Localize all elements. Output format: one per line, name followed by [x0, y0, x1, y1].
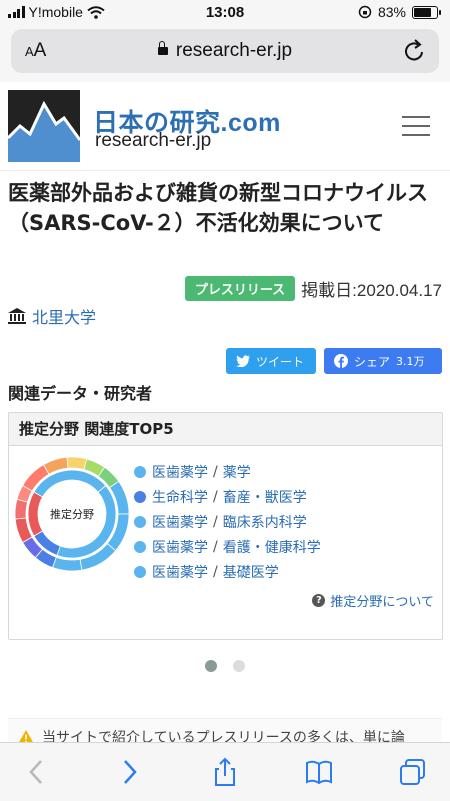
site-logo[interactable] — [8, 90, 80, 162]
about-field-link[interactable]: ? 推定分野について — [312, 591, 434, 610]
field-color-dot — [134, 540, 146, 553]
field-item[interactable]: 医歯薬学 / 看護・健康科学 — [134, 534, 321, 559]
field-sub[interactable]: 薬学 — [223, 462, 251, 482]
field-color-dot — [134, 565, 146, 578]
field-main[interactable]: 生命科学 — [152, 487, 208, 507]
hamburger-menu-icon[interactable] — [402, 116, 430, 136]
field-main[interactable]: 医歯薬学 — [152, 562, 208, 582]
donut-segment[interactable] — [14, 498, 29, 520]
field-estimation-card: 推定分野 関連度TOP5 推定分野 医歯薬学 / 薬学 生命科学 / 畜産・獣医学 医歯薬学… — [8, 412, 443, 640]
share-sheet-icon[interactable] — [210, 757, 240, 787]
carousel-pager — [0, 660, 450, 672]
donut-center-label: 推定分野 — [50, 507, 94, 521]
battery-percent: 83% — [377, 4, 406, 20]
article-title: 医薬部外品および雑貨の新型コロナウイルス （SARS-CoV-２）不活化効果につ… — [8, 181, 428, 235]
facebook-icon — [334, 354, 348, 368]
pager-dot[interactable] — [233, 660, 245, 672]
tabs-icon[interactable] — [398, 757, 428, 787]
tweet-button[interactable]: ツイート — [226, 348, 316, 374]
field-main[interactable]: 医歯薬学 — [152, 537, 208, 557]
url-text: research-er.jp — [175, 40, 293, 61]
help-icon: ? — [312, 594, 326, 607]
field-color-dot — [134, 515, 146, 528]
institution-name: 北里大学 — [32, 308, 97, 327]
mountain-logo-icon — [8, 90, 80, 162]
field-color-dot — [134, 465, 146, 478]
site-header: 日本の研究.com research-er.jp — [0, 82, 450, 171]
bookmarks-icon[interactable] — [304, 757, 334, 787]
status-bar: Y!mobile 13:08 83% — [0, 0, 450, 26]
battery-icon — [412, 5, 441, 19]
about-field-label: 推定分野について — [330, 595, 434, 610]
field-sub[interactable]: 基礎医学 — [223, 562, 279, 582]
share-count: 3.1万 — [396, 355, 425, 368]
back-icon[interactable] — [22, 757, 52, 787]
donut-segment[interactable] — [51, 556, 83, 572]
field-item[interactable]: 医歯薬学 / 臨床系内科学 — [134, 509, 321, 534]
field-separator: / — [213, 463, 218, 480]
donut-segment[interactable] — [66, 456, 88, 471]
field-separator: / — [213, 513, 218, 530]
field-main[interactable]: 医歯薬学 — [152, 462, 208, 482]
field-sub[interactable]: 看護・健康科学 — [223, 537, 321, 557]
field-donut-chart[interactable]: 推定分野 — [13, 455, 131, 573]
site-subtitle: research-er.jp — [95, 130, 212, 151]
field-color-dot — [134, 490, 146, 503]
lock-icon — [157, 41, 168, 55]
facebook-share-button[interactable]: シェア 3.1万 — [324, 348, 442, 374]
field-item[interactable]: 医歯薬学 / 基礎医学 — [134, 559, 321, 584]
field-item[interactable]: 医歯薬学 / 薬学 — [134, 459, 321, 484]
card-title: 推定分野 関連度TOP5 — [9, 413, 442, 446]
article-meta: プレスリリース 掲載日:2020.04.17 — [184, 276, 442, 301]
field-main[interactable]: 医歯薬学 — [152, 512, 208, 532]
share-label: シェア — [354, 354, 391, 369]
institution-link[interactable]: 北里大学 — [8, 304, 96, 328]
field-sub[interactable]: 畜産・獣医学 — [223, 487, 307, 507]
field-item[interactable]: 生命科学 / 畜産・獣医学 — [134, 484, 321, 509]
related-heading: 関連データ・研究者 — [8, 384, 153, 403]
share-buttons: ツイート シェア 3.1万 — [226, 348, 442, 374]
forward-icon[interactable] — [114, 757, 144, 787]
publish-date: 掲載日:2020.04.17 — [301, 281, 442, 300]
field-list: 医歯薬学 / 薬学 生命科学 / 畜産・獣医学 医歯薬学 / 臨床系内科学 医歯薬学 / 看護・健康科… — [134, 459, 321, 584]
orientation-lock-icon — [358, 5, 372, 19]
institution-icon — [8, 308, 26, 324]
press-release-badge: プレスリリース — [184, 276, 296, 301]
field-separator: / — [213, 563, 218, 580]
reload-icon[interactable] — [401, 35, 429, 65]
address-bar[interactable]: AA research-er.jp — [11, 29, 439, 73]
browser-toolbar — [0, 742, 450, 801]
field-sub[interactable]: 臨床系内科学 — [223, 512, 307, 532]
tweet-label: ツイート — [256, 354, 305, 369]
twitter-icon — [236, 355, 250, 367]
browser-address-area: AA research-er.jp — [0, 26, 450, 82]
field-separator: / — [213, 538, 218, 555]
pager-dot-active[interactable] — [205, 660, 217, 672]
field-separator: / — [213, 488, 218, 505]
